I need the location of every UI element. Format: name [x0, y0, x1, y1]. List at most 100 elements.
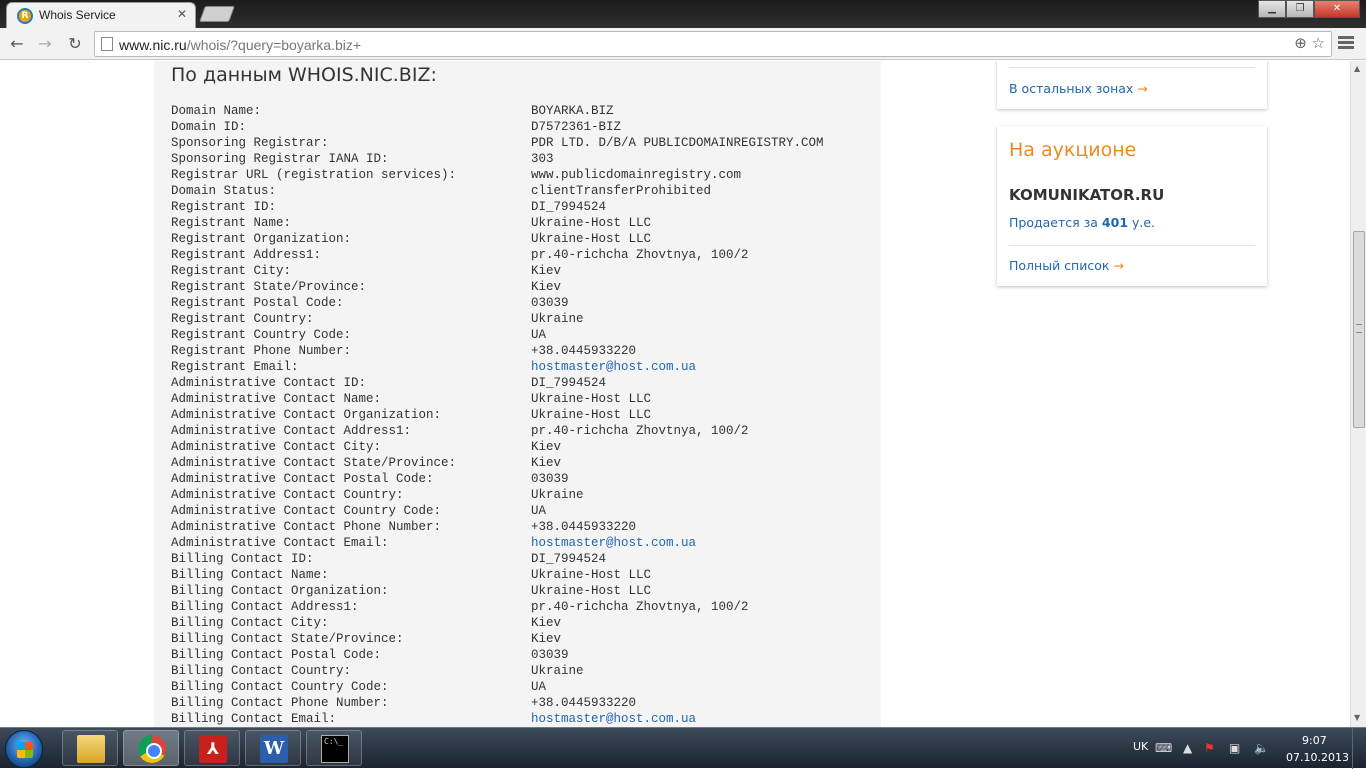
whois-key: Registrant Phone Number: — [171, 344, 352, 358]
whois-row: Billing Contact Organization: Ukraine-Hos… — [171, 584, 871, 600]
full-list-link[interactable]: Полный список → — [1009, 258, 1124, 273]
taskbar-chrome[interactable] — [123, 730, 179, 766]
taskbar-acrobat[interactable]: ⅄ — [184, 730, 240, 766]
whois-row: Registrant Address1: pr.40-richcha Zhovtn… — [171, 248, 871, 264]
whois-row: Billing Contact Phone Number: +38.0445933… — [171, 696, 871, 712]
scroll-grip — [1356, 324, 1362, 333]
start-button[interactable] — [5, 730, 43, 768]
auction-card: На аукционе KOMUNIKATOR.RU Продается за … — [997, 126, 1267, 286]
page-icon — [101, 37, 113, 51]
divider — [1009, 67, 1255, 68]
taskbar-explorer[interactable] — [62, 730, 118, 766]
whois-key: Registrant State/Province: — [171, 280, 367, 294]
browser-tab[interactable]: R Whois Service ✕ — [6, 2, 196, 28]
whois-row: Administrative Contact Address1: pr.40-ri… — [171, 424, 871, 440]
whois-key: Domain Status: — [171, 184, 277, 198]
whois-row: Registrant Country: Ukraine — [171, 312, 871, 328]
whois-key: Administrative Contact Email: — [171, 536, 389, 550]
other-zones-link[interactable]: В остальных зонах → — [1009, 81, 1148, 96]
whois-key: Administrative Contact State/Province: — [171, 456, 457, 470]
whois-key: Billing Contact Address1: — [171, 600, 359, 614]
whois-key: Sponsoring Registrar: — [171, 136, 329, 150]
whois-value: Kiev — [531, 616, 562, 630]
tab-title: Whois Service — [39, 8, 116, 22]
minimize-button[interactable]: ▁ — [1258, 0, 1286, 18]
whois-value: Ukraine — [531, 488, 584, 502]
whois-key: Registrant Country Code: — [171, 328, 352, 342]
page-scrollbar[interactable]: ▲ ▼ — [1350, 61, 1366, 727]
whois-row: Administrative Contact Name: Ukraine-Host… — [171, 392, 871, 408]
network-icon[interactable]: ▣ — [1229, 741, 1240, 755]
keyboard-icon[interactable]: ⌨ — [1155, 741, 1172, 755]
taskbar-cmd[interactable]: C:\_ — [306, 730, 362, 766]
back-button[interactable]: ← — [6, 33, 28, 55]
whois-value: pr.40-richcha Zhovtnya, 100/2 — [531, 248, 749, 262]
scroll-up-icon[interactable]: ▲ — [1354, 64, 1360, 73]
address-bar[interactable]: www.nic.ru/whois/?query=boyarka.biz+ ⊕ ☆ — [94, 31, 1332, 57]
auction-domain[interactable]: KOMUNIKATOR.RU — [1009, 186, 1164, 204]
action-center-icon[interactable]: ⚑ — [1204, 741, 1215, 755]
whois-key: Administrative Contact City: — [171, 440, 382, 454]
whois-heading: По данным WHOIS.NIC.BIZ: — [171, 64, 437, 86]
whois-row: Billing Contact ID: DI_7994524 — [171, 552, 871, 568]
whois-value: clientTransferProhibited — [531, 184, 712, 198]
whois-key: Registrant Name: — [171, 216, 292, 230]
whois-key: Domain Name: — [171, 104, 262, 118]
reload-button[interactable]: ↻ — [64, 33, 86, 55]
whois-key: Registrant Organization: — [171, 232, 352, 246]
volume-icon[interactable]: 🔈 — [1254, 741, 1269, 755]
whois-key: Registrant ID: — [171, 200, 277, 214]
whois-row: Billing Contact City: Kiev — [171, 616, 871, 632]
whois-key: Domain ID: — [171, 120, 247, 134]
zoom-icon[interactable]: ⊕ — [1294, 34, 1307, 52]
whois-key: Administrative Contact Name: — [171, 392, 382, 406]
whois-value: Ukraine-Host LLC — [531, 408, 652, 422]
clock-date[interactable]: 07.10.2013 — [1286, 751, 1349, 764]
show-desktop-button[interactable] — [1352, 728, 1366, 769]
whois-row: Billing Contact Address1: pr.40-richcha Z… — [171, 600, 871, 616]
whois-row: Registrant Postal Code: 03039 — [171, 296, 871, 312]
whois-row: Billing Contact Name: Ukraine-Host LLC — [171, 568, 871, 584]
page-viewport: По данным WHOIS.NIC.BIZ: Domain Name: BOY… — [0, 61, 1350, 727]
whois-key: Billing Contact Organization: — [171, 584, 389, 598]
other-zones-card: В остальных зонах → — [997, 61, 1267, 109]
whois-email-link[interactable]: hostmaster@host.com.ua — [531, 536, 696, 550]
auction-price[interactable]: Продается за 401 у.е. — [1009, 215, 1155, 230]
bookmark-star-icon[interactable]: ☆ — [1312, 34, 1325, 52]
close-window-button[interactable]: ✕ — [1314, 0, 1360, 18]
whois-row: Registrant Phone Number: +38.0445933220 — [171, 344, 871, 360]
whois-email-link[interactable]: hostmaster@host.com.ua — [531, 712, 696, 726]
scroll-thumb[interactable] — [1353, 231, 1365, 428]
whois-value: 03039 — [531, 296, 569, 310]
clock-time[interactable]: 9:07 — [1302, 734, 1327, 747]
window-controls: ▁ ❐ ✕ — [1258, 0, 1360, 18]
whois-row: Billing Contact Postal Code: 03039 — [171, 648, 871, 664]
forward-button[interactable]: → — [34, 33, 56, 55]
whois-row: Administrative Contact Country Code: UA — [171, 504, 871, 520]
chrome-menu-icon[interactable] — [1338, 36, 1354, 51]
whois-key: Registrant Country: — [171, 312, 314, 326]
whois-email-link[interactable]: hostmaster@host.com.ua — [531, 360, 696, 374]
whois-value: DI_7994524 — [531, 552, 607, 566]
whois-panel: По данным WHOIS.NIC.BIZ: Domain Name: BOY… — [154, 61, 881, 727]
whois-row: Registrant Email: hostmaster@host.com.ua — [171, 360, 871, 376]
whois-value: Kiev — [531, 632, 562, 646]
tab-close-icon[interactable]: ✕ — [177, 7, 187, 21]
windows-taskbar: ⅄ W C:\_ UK ⌨ ▲ ⚑ ▣ 🔈 9:07 07.10.2013 — [0, 727, 1366, 769]
whois-value: Ukraine-Host LLC — [531, 392, 652, 406]
scroll-down-icon[interactable]: ▼ — [1354, 713, 1360, 722]
tray-expand-icon[interactable]: ▲ — [1183, 741, 1192, 755]
whois-value: www.publicdomainregistry.com — [531, 168, 742, 182]
omnibox-actions: ⊕ ☆ — [1294, 34, 1325, 52]
whois-value: UA — [531, 680, 547, 694]
chrome-icon — [138, 735, 166, 763]
whois-row: Registrant State/Province: Kiev — [171, 280, 871, 296]
whois-value: Kiev — [531, 440, 562, 454]
taskbar-word[interactable]: W — [245, 730, 301, 766]
language-indicator[interactable]: UK — [1133, 740, 1148, 753]
whois-value: +38.0445933220 — [531, 696, 637, 710]
whois-value: Ukraine-Host LLC — [531, 232, 652, 246]
cmd-icon: C:\_ — [321, 735, 349, 763]
new-tab-button[interactable] — [199, 6, 235, 22]
maximize-button[interactable]: ❐ — [1286, 0, 1314, 18]
